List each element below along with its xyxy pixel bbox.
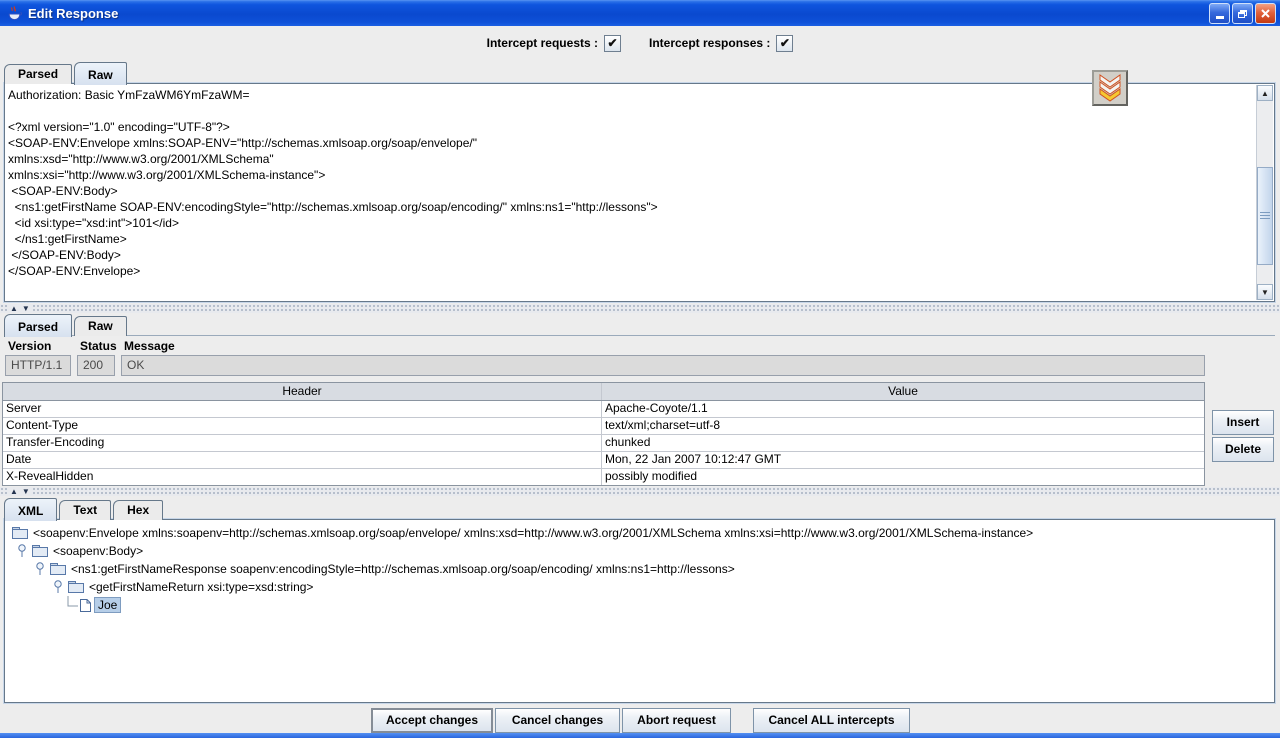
java-cup-icon bbox=[6, 5, 23, 22]
xml-tree: <soapenv:Envelope xmlns:soapenv=http://s… bbox=[9, 524, 1270, 614]
window-controls bbox=[1209, 3, 1276, 24]
request-raw-pane: Authorization: Basic YmFzaWM6YmFzaWM= <?… bbox=[4, 83, 1275, 302]
table-row[interactable]: Transfer-Encoding chunked bbox=[3, 435, 1204, 452]
restore-button[interactable] bbox=[1232, 3, 1253, 24]
scroll-down-button[interactable]: ▼ bbox=[1257, 284, 1273, 300]
tree-node-body[interactable]: <soapenv:Body> bbox=[9, 542, 1270, 560]
table-row[interactable]: Date Mon, 22 Jan 2007 10:12:47 GMT bbox=[3, 452, 1204, 469]
response-tabs: Parsed Raw bbox=[4, 312, 129, 336]
close-icon bbox=[1260, 8, 1271, 19]
status-field[interactable]: 200 bbox=[77, 355, 115, 376]
request-scrollbar[interactable]: ▲ ▼ bbox=[1256, 85, 1273, 300]
thumb-grip-icon bbox=[1260, 212, 1270, 220]
intercept-requests-checkbox[interactable]: ✔ bbox=[604, 35, 621, 52]
intercept-requests-label: Intercept requests : bbox=[487, 36, 598, 50]
selected-tree-value[interactable]: Joe bbox=[94, 597, 121, 613]
scroll-down-icon: ▼ bbox=[1261, 288, 1269, 297]
message-field[interactable]: OK bbox=[121, 355, 1205, 376]
delete-button[interactable]: Delete bbox=[1212, 437, 1274, 462]
request-tab-raw[interactable]: Raw bbox=[74, 62, 127, 85]
window-bottom-border bbox=[0, 733, 1280, 738]
check-icon: ✔ bbox=[607, 36, 617, 50]
headers-table: Header Value Server Apache-Coyote/1.1 Co… bbox=[2, 382, 1205, 486]
tree-node-envelope[interactable]: <soapenv:Envelope xmlns:soapenv=http://s… bbox=[9, 524, 1270, 542]
column-value[interactable]: Value bbox=[602, 383, 1204, 400]
content-tab-xml[interactable]: XML bbox=[4, 498, 57, 521]
message-label: Message bbox=[124, 339, 175, 353]
split-divider[interactable]: ▲ ▼ bbox=[0, 487, 1280, 496]
title-bar: Edit Response bbox=[0, 0, 1280, 26]
intercept-toolbar: Intercept requests : ✔ Intercept respons… bbox=[0, 32, 1280, 54]
intercept-responses-checkbox[interactable]: ✔ bbox=[776, 35, 793, 52]
minimize-button[interactable] bbox=[1209, 3, 1230, 24]
table-row[interactable]: Server Apache-Coyote/1.1 bbox=[3, 401, 1204, 418]
close-button[interactable] bbox=[1255, 3, 1276, 24]
triple-chevron-down-icon bbox=[1095, 73, 1125, 103]
abort-request-button[interactable]: Abort request bbox=[622, 708, 731, 733]
check-icon: ✔ bbox=[780, 36, 790, 50]
folder-icon bbox=[31, 544, 49, 558]
accept-changes-button[interactable]: Accept changes bbox=[371, 708, 493, 733]
tree-node-response[interactable]: <ns1:getFirstNameResponse soapenv:encodi… bbox=[9, 560, 1270, 578]
scroll-to-bottom-button[interactable] bbox=[1092, 70, 1128, 106]
minimize-icon bbox=[1216, 16, 1224, 19]
headers-table-header: Header Value bbox=[3, 383, 1204, 401]
version-field[interactable]: HTTP/1.1 bbox=[5, 355, 71, 376]
expand-handle-icon[interactable] bbox=[53, 579, 67, 595]
table-row[interactable]: Content-Type text/xml;charset=utf-8 bbox=[3, 418, 1204, 435]
column-header[interactable]: Header bbox=[3, 383, 602, 400]
expand-handle-icon[interactable] bbox=[17, 543, 31, 559]
tree-node-return[interactable]: <getFirstNameReturn xsi:type=xsd:string> bbox=[9, 578, 1270, 596]
tree-node-joe[interactable]: Joe bbox=[9, 596, 1270, 614]
table-row[interactable]: X-RevealHidden possibly modified bbox=[3, 469, 1204, 485]
window-title: Edit Response bbox=[28, 6, 118, 21]
content-tab-hex[interactable]: Hex bbox=[113, 500, 163, 520]
request-tabs: Parsed Raw bbox=[4, 60, 129, 84]
document-icon bbox=[79, 598, 92, 613]
response-tab-parsed[interactable]: Parsed bbox=[4, 314, 72, 337]
folder-icon bbox=[49, 562, 67, 576]
scroll-up-button[interactable]: ▲ bbox=[1257, 85, 1273, 101]
content-tabs: XML Text Hex bbox=[4, 496, 165, 520]
restore-icon bbox=[1238, 10, 1247, 18]
content-tab-text[interactable]: Text bbox=[59, 500, 111, 520]
request-raw-textarea[interactable]: Authorization: Basic YmFzaWM6YmFzaWM= <?… bbox=[8, 87, 1254, 298]
collapse-up-icon[interactable]: ▲ bbox=[10, 487, 18, 496]
tab-border-line bbox=[4, 335, 1275, 336]
intercept-responses-label: Intercept responses : bbox=[649, 36, 770, 50]
response-tab-raw[interactable]: Raw bbox=[74, 316, 127, 336]
tree-branch-icon bbox=[65, 596, 79, 614]
insert-button[interactable]: Insert bbox=[1212, 410, 1274, 435]
expand-handle-icon[interactable] bbox=[35, 561, 49, 577]
folder-icon bbox=[67, 580, 85, 594]
cancel-changes-button[interactable]: Cancel changes bbox=[495, 708, 620, 733]
xml-tree-pane: <soapenv:Envelope xmlns:soapenv=http://s… bbox=[4, 519, 1275, 703]
split-divider[interactable]: ▲ ▼ bbox=[0, 304, 1280, 313]
scroll-up-icon: ▲ bbox=[1261, 89, 1269, 98]
collapse-down-icon[interactable]: ▼ bbox=[22, 487, 30, 496]
request-tab-parsed[interactable]: Parsed bbox=[4, 64, 72, 84]
edit-response-window: Edit Response Intercept requests : ✔ Int… bbox=[0, 0, 1280, 738]
status-label: Status bbox=[80, 339, 117, 353]
scrollbar-thumb[interactable] bbox=[1257, 167, 1273, 265]
cancel-all-intercepts-button[interactable]: Cancel ALL intercepts bbox=[753, 708, 910, 733]
version-label: Version bbox=[8, 339, 51, 353]
folder-icon bbox=[11, 526, 29, 540]
